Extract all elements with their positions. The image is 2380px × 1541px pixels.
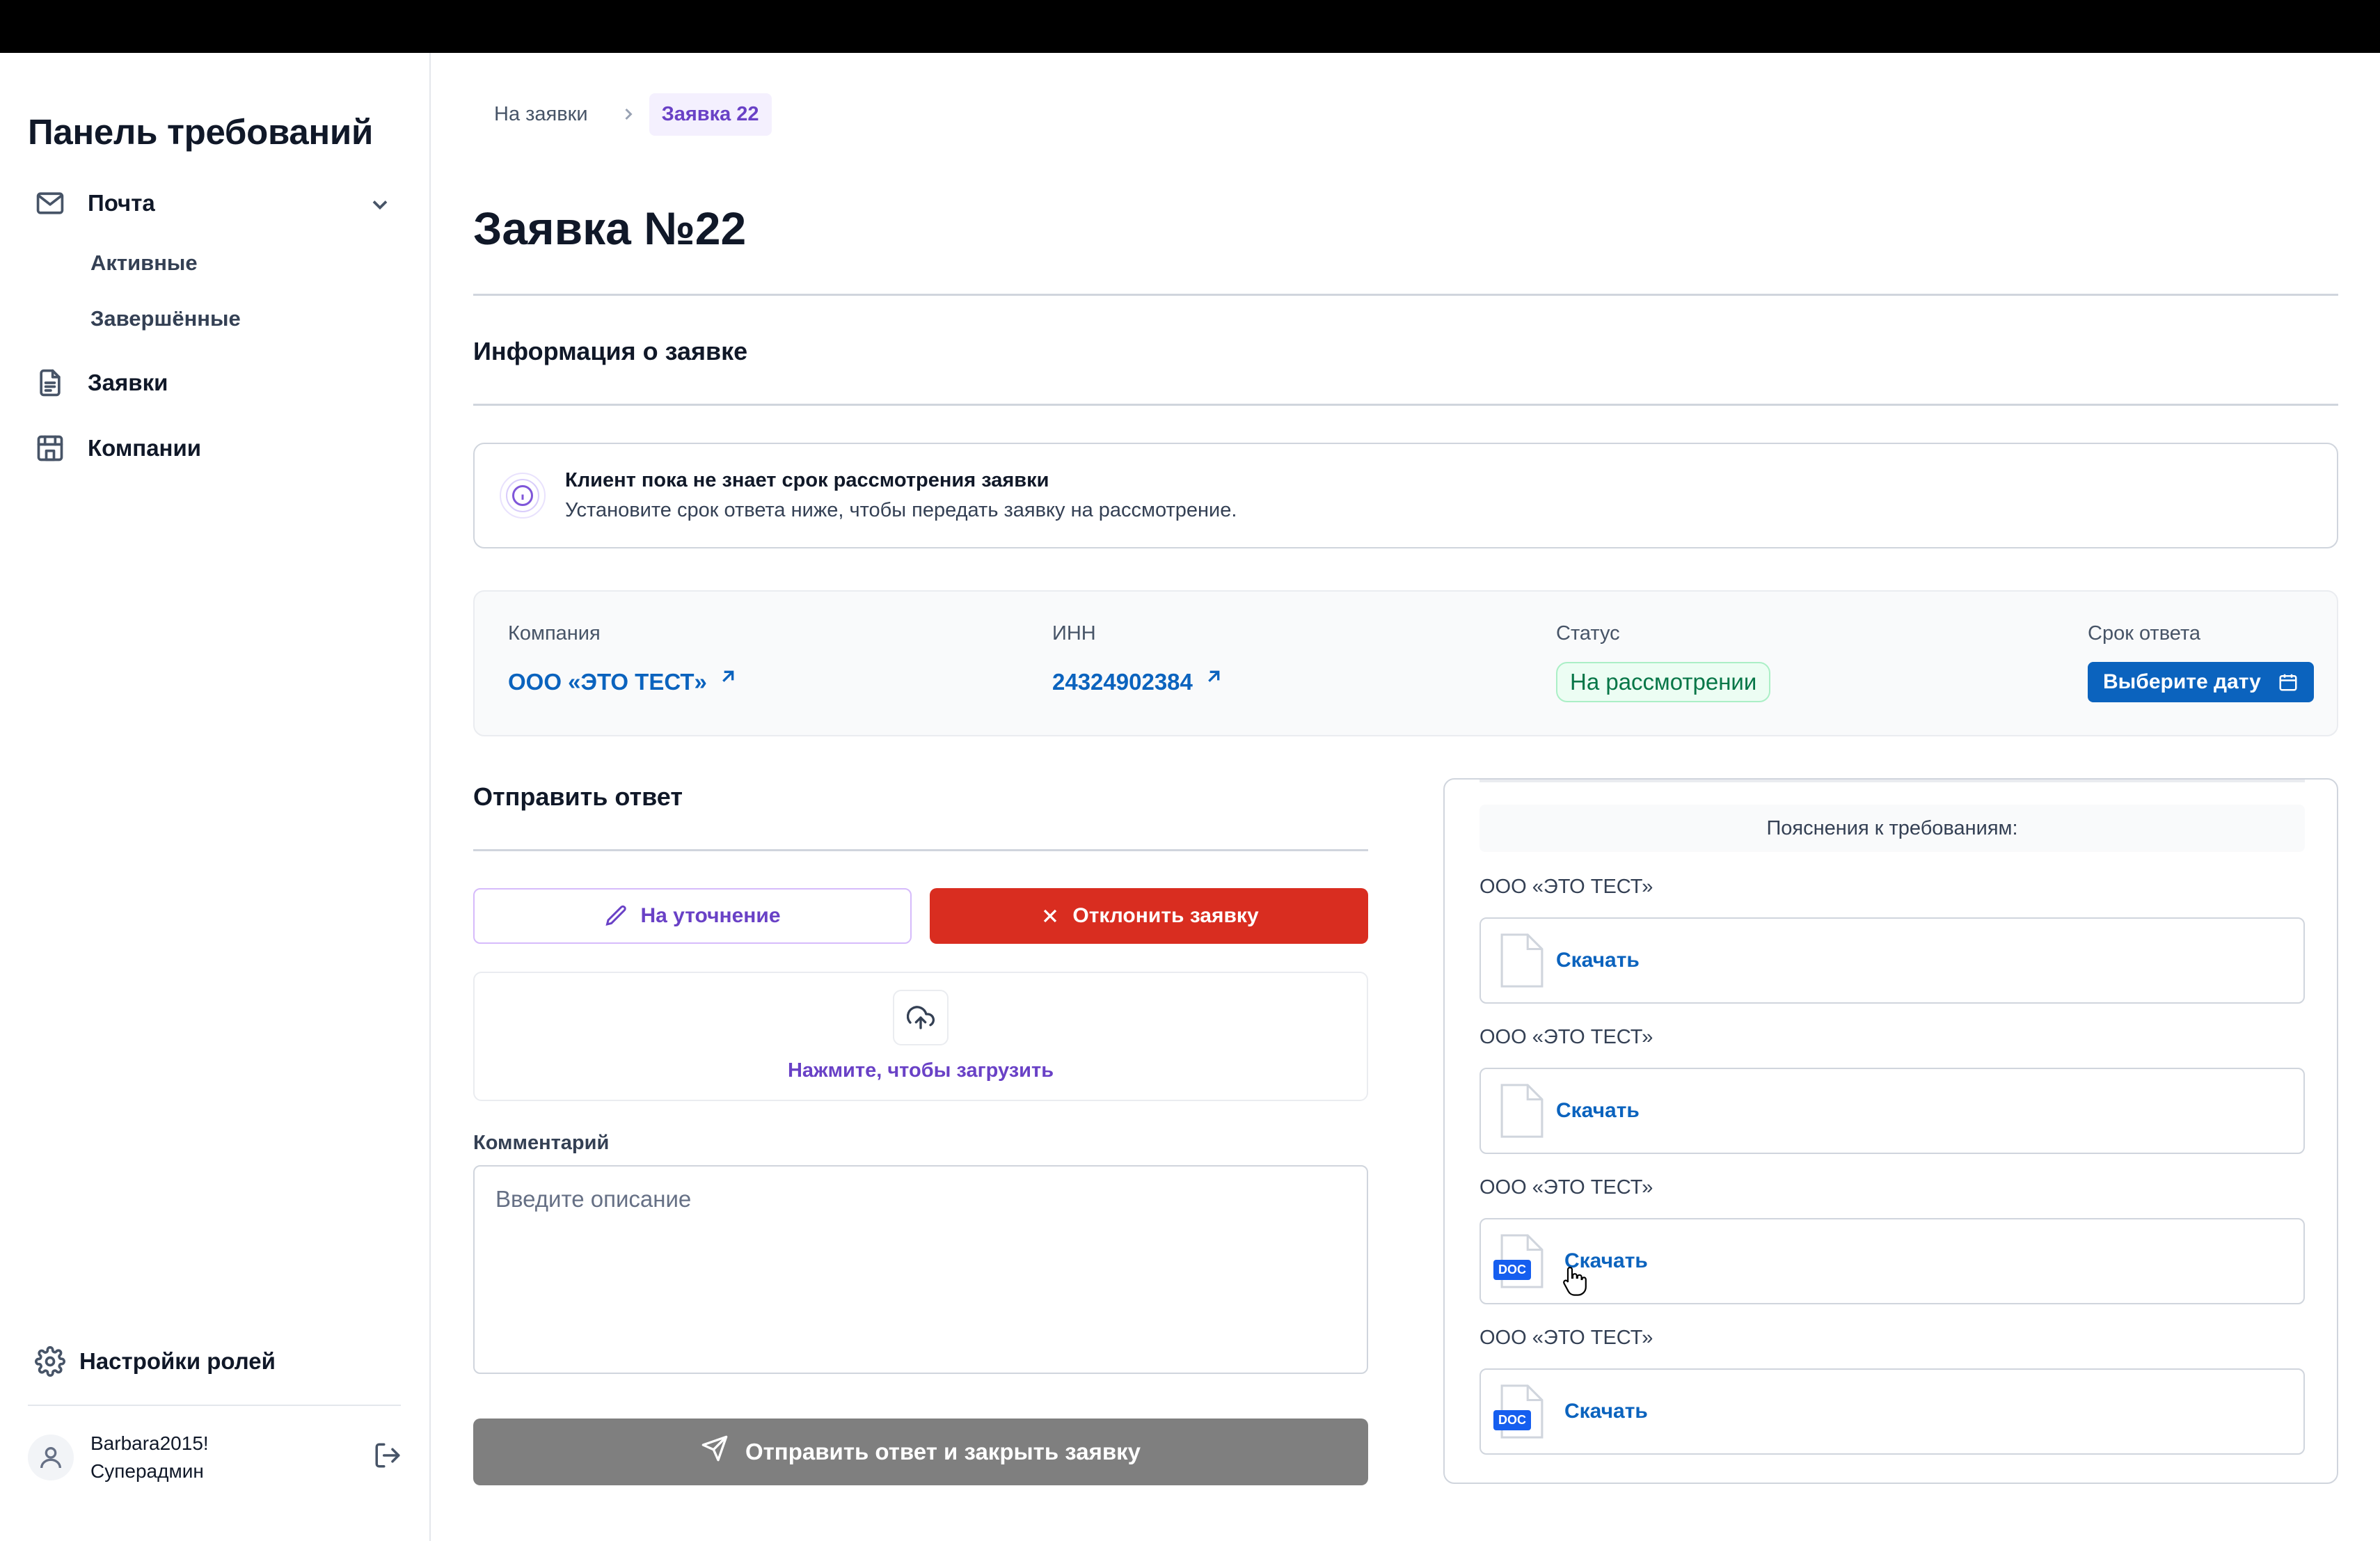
file-upload-area[interactable]: Нажмите, чтобы загрузить — [473, 972, 1368, 1101]
clarify-label: На уточнение — [640, 904, 781, 927]
chevron-down-icon[interactable] — [367, 192, 392, 217]
scroll-edge — [1479, 780, 2305, 782]
deadline-alert: Клиент пока не знает срок рассмотрения з… — [473, 443, 2338, 548]
explanations-header: Пояснения к требованиям: — [1479, 805, 2305, 852]
company-label: Компания — [508, 622, 601, 645]
comment-label: Комментарий — [473, 1132, 610, 1154]
file-icon — [1493, 1082, 1549, 1140]
sidebar-item-label: Компании — [88, 435, 202, 461]
comment-textarea[interactable] — [473, 1165, 1368, 1374]
alert-description: Установите срок ответа ниже, чтобы перед… — [565, 499, 1237, 521]
user-name: Barbara2015! — [90, 1432, 209, 1454]
inn-label: ИНН — [1052, 622, 1096, 645]
sidebar-item-label: Настройки ролей — [79, 1348, 276, 1374]
doc-file-icon: DOC — [1493, 1232, 1549, 1290]
download-link[interactable]: Скачать — [1564, 1400, 1648, 1423]
info-section-title: Информация о заявке — [473, 337, 748, 365]
building-icon — [33, 432, 67, 465]
app-title: Панель требований — [28, 112, 374, 152]
divider — [473, 294, 2338, 296]
explanation-file[interactable]: Скачать — [1479, 1068, 2305, 1154]
inn-column: ИНН 24324902384 — [1052, 622, 1225, 695]
explanations-panel[interactable]: Пояснения к требованиям: ООО «ЭТО ТЕСТ» … — [1443, 778, 2338, 1484]
doc-badge: DOC — [1493, 1260, 1531, 1280]
sidebar-item-requests[interactable]: Заявки — [33, 366, 168, 400]
arrow-up-right-icon — [722, 670, 734, 682]
sidebar-item-label: Заявки — [88, 370, 168, 395]
sidebar-item-label: Почта — [88, 190, 155, 216]
file-icon — [1493, 931, 1549, 990]
sidebar-subitem-active[interactable]: Активные — [90, 251, 198, 276]
x-icon — [1044, 909, 1057, 923]
company-link[interactable]: ООО «ЭТО ТЕСТ» — [508, 669, 739, 695]
page-title: Заявка №22 — [473, 203, 747, 254]
divider — [473, 404, 2338, 406]
chevron-right-icon — [619, 104, 640, 125]
user-profile: Barbara2015! Суперадмин — [28, 1430, 404, 1485]
upload-text: Нажмите, чтобы загрузить — [787, 1059, 1054, 1082]
doc-file-icon: DOC — [1493, 1382, 1549, 1441]
sidebar-item-role-settings[interactable]: Настройки ролей — [33, 1345, 276, 1378]
explanation-company: ООО «ЭТО ТЕСТ» — [1479, 1026, 1653, 1048]
upload-cloud-icon — [893, 990, 949, 1045]
deadline-column: Срок ответа Выберите дату — [2088, 622, 2314, 702]
deadline-label: Срок ответа — [2088, 622, 2201, 645]
user-role: Суперадмин — [90, 1460, 204, 1482]
reject-label: Отклонить заявку — [1072, 904, 1259, 927]
explanation-company: ООО «ЭТО ТЕСТ» — [1479, 1176, 1653, 1199]
sidebar-divider — [28, 1405, 401, 1406]
sidebar: Панель требований Почта Активные Завершё… — [0, 53, 431, 1541]
logout-icon[interactable] — [373, 1441, 404, 1471]
sidebar-subitem-completed[interactable]: Завершённые — [90, 306, 241, 331]
user-icon — [28, 1435, 74, 1480]
divider — [473, 849, 1368, 851]
select-date-label: Выберите дату — [2103, 670, 2261, 693]
download-link[interactable]: Скачать — [1556, 1099, 1640, 1123]
explanation-file[interactable]: DOC Скачать — [1479, 1368, 2305, 1455]
os-top-bar — [0, 0, 2380, 53]
pencil-icon — [605, 905, 627, 926]
status-label: Статус — [1556, 622, 1620, 645]
gear-icon — [33, 1345, 67, 1378]
sidebar-item-mail[interactable]: Почта — [33, 187, 155, 220]
arrow-up-right-icon — [1208, 670, 1220, 682]
breadcrumb: На заявки Заявка 22 — [473, 93, 772, 136]
status-column: Статус На рассмотрении — [1556, 622, 1771, 702]
explanation-company: ООО «ЭТО ТЕСТ» — [1479, 1327, 1653, 1349]
breadcrumb-back-link[interactable]: На заявки — [473, 93, 609, 136]
breadcrumb-current: Заявка 22 — [649, 93, 772, 136]
send-icon — [701, 1435, 728, 1462]
submit-label: Отправить ответ и закрыть заявку — [745, 1439, 1141, 1464]
explanation-company: ООО «ЭТО ТЕСТ» — [1479, 876, 1653, 898]
company-column: Компания ООО «ЭТО ТЕСТ» — [508, 622, 739, 695]
reply-section-title: Отправить ответ — [473, 782, 683, 811]
explanation-file[interactable]: DOC Скачать — [1479, 1218, 2305, 1304]
document-icon — [33, 366, 67, 400]
status-badge: На рассмотрении — [1556, 662, 1771, 702]
company-value: ООО «ЭТО ТЕСТ» — [508, 669, 707, 695]
reject-button[interactable]: Отклонить заявку — [930, 888, 1368, 944]
request-details-card: Компания ООО «ЭТО ТЕСТ» ИНН 24324902384 … — [473, 590, 2338, 736]
download-link[interactable]: Скачать — [1556, 949, 1640, 972]
submit-close-button[interactable]: Отправить ответ и закрыть заявку — [473, 1418, 1368, 1485]
doc-badge: DOC — [1493, 1410, 1531, 1430]
inn-value: 24324902384 — [1052, 669, 1193, 695]
mail-icon — [33, 187, 67, 220]
select-date-button[interactable]: Выберите дату — [2088, 662, 2314, 702]
inn-link[interactable]: 24324902384 — [1052, 669, 1225, 695]
sidebar-item-companies[interactable]: Компании — [33, 432, 201, 465]
clarify-button[interactable]: На уточнение — [473, 888, 912, 944]
explanation-file[interactable]: Скачать — [1479, 917, 2305, 1004]
info-icon — [500, 473, 546, 519]
calendar-icon — [2279, 674, 2297, 691]
hand-cursor-icon — [1563, 1266, 1587, 1296]
alert-title: Клиент пока не знает срок рассмотрения з… — [565, 469, 1049, 491]
